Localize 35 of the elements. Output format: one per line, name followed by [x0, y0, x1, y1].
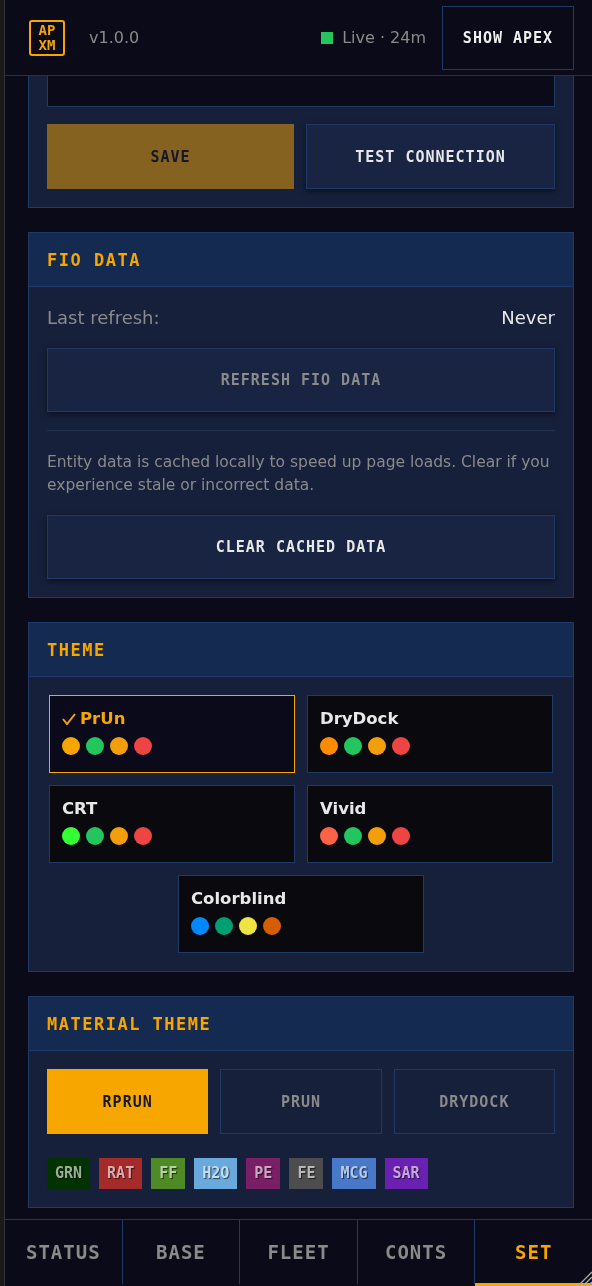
logo: AP XM: [29, 19, 65, 56]
material-tag: FE: [289, 1158, 324, 1189]
status-text: Live · 24m: [342, 28, 426, 47]
material-tag: PE: [246, 1158, 281, 1189]
show-apex-button[interactable]: SHOW APEX: [442, 5, 574, 70]
material-tag: H2O: [194, 1158, 238, 1189]
cache-note: Entity data is cached locally to speed up page loads. Clear if you experience stale or incorrect data.: [47, 452, 551, 496]
version-label: v1.0.0: [89, 28, 140, 47]
theme-name: DryDock: [320, 709, 399, 728]
theme-name: PrUn: [80, 709, 126, 728]
material-theme-option[interactable]: DRYDOCK: [393, 1069, 555, 1134]
theme-option[interactable]: PrUn: [49, 695, 295, 773]
material-tag: FF: [151, 1158, 186, 1189]
theme-name: CRT: [62, 799, 98, 818]
checkmark-icon: [62, 712, 76, 725]
theme-option[interactable]: CRT: [49, 785, 295, 863]
card-title: FIO DATA: [47, 249, 141, 270]
material-tag: RAT: [99, 1158, 143, 1189]
last-refresh-label: Last refresh:: [47, 307, 160, 328]
material-tag: GRN: [47, 1158, 91, 1189]
theme-name: Colorblind: [191, 889, 287, 908]
card-title: MATERIAL THEME: [47, 1013, 212, 1034]
material-tag: MCG: [332, 1158, 376, 1189]
theme-option[interactable]: Colorblind: [178, 875, 424, 953]
theme-name: Vivid: [320, 799, 367, 818]
material-tag: SAR: [384, 1158, 428, 1189]
card-title: THEME: [47, 639, 106, 660]
theme-option[interactable]: DryDock: [307, 695, 553, 773]
material-theme-option[interactable]: PRUN: [220, 1069, 382, 1134]
clear-cached-data-button[interactable]: CLEAR CACHED DATA: [47, 515, 555, 579]
material-theme-option[interactable]: RPRUN: [47, 1069, 209, 1134]
last-refresh-value: Never: [501, 307, 555, 328]
test-connection-button[interactable]: TEST CONNECTION: [306, 124, 555, 189]
resize-handle-icon[interactable]: [576, 1270, 592, 1286]
theme-option[interactable]: Vivid: [307, 785, 553, 863]
